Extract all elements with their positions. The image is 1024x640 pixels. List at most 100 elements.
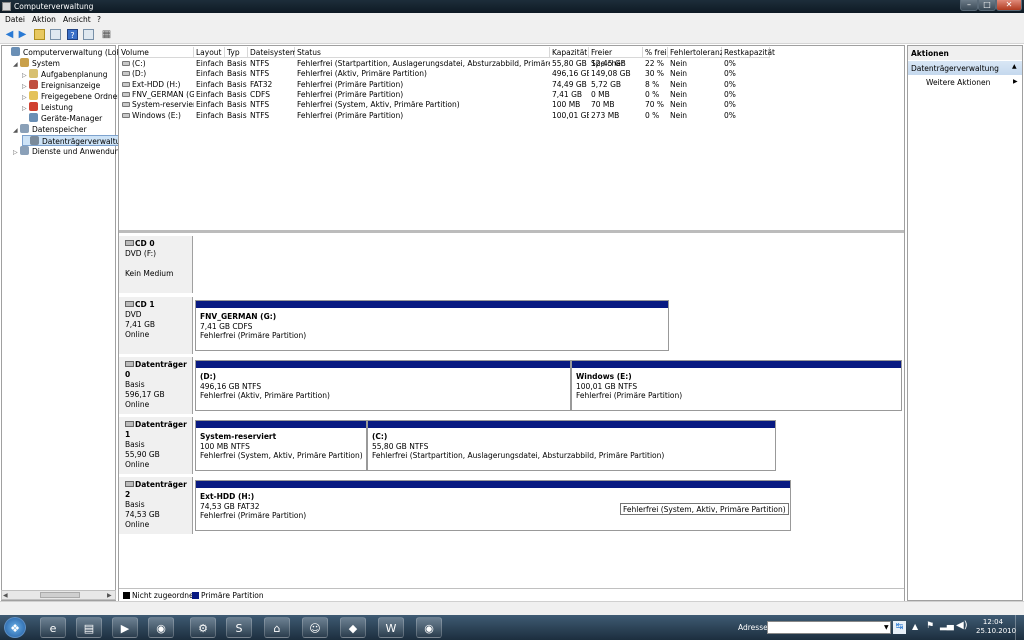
tree-item-clock[interactable]: ▷ Aufgabenplanung <box>22 69 107 80</box>
menu-help[interactable]: ? <box>97 15 101 24</box>
scroll-right-icon[interactable]: ▶ <box>107 592 112 599</box>
help-icon[interactable]: ? <box>67 29 78 40</box>
explorer-icon[interactable]: ▤ <box>76 617 102 638</box>
address-dropdown-icon[interactable]: ▼ <box>884 624 889 631</box>
tree-item-performance[interactable]: ▷ Leistung <box>22 102 73 113</box>
tree-item-device[interactable]: Geräte-Manager <box>22 113 102 124</box>
tree-item-disk[interactable]: Datenträgerverwaltung <box>22 135 133 146</box>
tree-item-event[interactable]: ▷ Ereignisanzeige <box>22 80 100 91</box>
table-row[interactable]: System-reserviert Einfach Basis NTFS Fehlerf… <box>119 100 904 110</box>
table-cell: 273 MB <box>591 110 620 120</box>
navigation-tree: Computerverwaltung (Lokal) ◢ System ▷ Aufgab… <box>1 45 134 601</box>
partition[interactable]: (D:) 496,16 GB NTFS Fehlerfrei (Aktiv, Pri… <box>195 360 571 411</box>
up-folder-icon[interactable] <box>34 29 45 40</box>
clock[interactable]: 12:04 25.10.2010 <box>976 618 1017 636</box>
tree-item-computer[interactable]: Computerverwaltung (Lokal) <box>4 47 130 58</box>
column-header[interactable]: Freier Speicher <box>589 47 643 68</box>
tree-item-folder[interactable]: ▷ Freigegebene Ordner <box>22 91 120 102</box>
partition[interactable]: (C:) 55,80 GB NTFS Fehlerfrei (Startpartit… <box>367 420 776 471</box>
partition[interactable]: System-reserviert 100 MB NTFS Fehlerfrei (… <box>195 420 367 471</box>
partition[interactable]: Windows (E:) 100,01 GB NTFS Fehlerfrei (Pr… <box>571 360 902 411</box>
word-icon[interactable]: W <box>378 617 404 638</box>
disk-size: 7,41 GB <box>125 320 156 329</box>
disk-name: Datenträger 2 <box>125 480 187 499</box>
installer-icon[interactable]: ⚙ <box>190 617 216 638</box>
tree-horizontal-scrollbar[interactable]: ◀ ▶ <box>1 590 116 600</box>
column-header[interactable]: Typ <box>225 47 248 58</box>
column-header[interactable]: Layout <box>194 47 225 58</box>
close-button[interactable]: ✕ <box>996 0 1022 11</box>
column-header[interactable]: Status <box>295 47 550 58</box>
expander-icon[interactable]: ▷ <box>13 147 20 158</box>
disk-info[interactable]: Datenträger 0 Basis 596,17 GB Online <box>119 357 193 414</box>
tree-item-storage[interactable]: ◢ Datenspeicher <box>13 124 87 135</box>
column-header[interactable]: Dateisystem <box>248 47 297 58</box>
table-cell: Fehlerfrei (Primäre Partition) <box>297 79 404 89</box>
expander-icon[interactable]: ◢ <box>13 125 20 136</box>
actions-section-header[interactable]: Datenträgerverwaltung ▲ <box>908 61 1022 75</box>
back-icon[interactable]: ◀ <box>4 29 15 40</box>
collapse-icon[interactable]: ▲ <box>1012 63 1017 70</box>
media-player-icon[interactable]: ▶ <box>112 617 138 638</box>
show-hide-tree-icon[interactable] <box>50 29 61 40</box>
menu-ansicht[interactable]: Ansicht <box>63 15 91 24</box>
table-cell: System-reserviert <box>132 100 194 110</box>
firefox-icon[interactable]: ◉ <box>148 617 174 638</box>
column-header[interactable]: % frei <box>643 47 668 58</box>
table-row[interactable]: (D:) Einfach Basis NTFS Fehlerfrei (Aktiv, P… <box>119 69 904 79</box>
table-row[interactable]: Windows (E:) Einfach Basis NTFS Fehlerfrei (… <box>119 111 904 121</box>
disk-info[interactable]: CD 1 DVD 7,41 GB Online <box>119 297 193 354</box>
column-header[interactable]: Restkapazität <box>722 47 775 58</box>
game-icon[interactable]: ◆ <box>340 617 366 638</box>
skype-icon[interactable]: S <box>226 617 252 638</box>
network-icon[interactable]: ▂▄ <box>940 621 954 631</box>
disk-info[interactable]: Datenträger 2 Basis 74,53 GB Online <box>119 477 193 534</box>
disk-info[interactable]: Datenträger 1 Basis 55,90 GB Online <box>119 417 193 474</box>
disk-info[interactable]: CD 0 DVD (F:) Kein Medium <box>119 236 193 293</box>
scroll-thumb[interactable] <box>40 592 80 598</box>
partition-title: Ext-HDD (H:) <box>200 492 255 501</box>
scroll-left-icon[interactable]: ◀ <box>3 592 8 599</box>
maximize-button[interactable]: □ <box>978 0 996 11</box>
disk-type: Basis <box>125 440 145 449</box>
view-pane-icon[interactable] <box>83 29 94 40</box>
start-orb-icon[interactable]: ❖ <box>4 617 26 638</box>
go-icon[interactable]: ↹ <box>893 621 906 634</box>
partition-size: 7,41 GB CDFS <box>200 321 253 331</box>
menu-datei[interactable]: Datei <box>5 15 25 24</box>
menu-aktion[interactable]: Aktion <box>32 15 56 24</box>
internet-explorer-icon[interactable]: e <box>40 617 66 638</box>
network-icon[interactable]: ⌂ <box>264 617 290 638</box>
table-row[interactable]: FNV_GERMAN (G:) Einfach Basis CDFS Fehlerfre… <box>119 90 904 100</box>
table-row[interactable]: (C:) Einfach Basis NTFS Fehlerfrei (Startpar… <box>119 59 904 69</box>
column-header[interactable]: Fehlertoleranz <box>668 47 724 58</box>
table-cell: Basis <box>227 69 247 79</box>
table-cell: Nein <box>670 89 688 99</box>
partition-size: 496,16 GB NTFS <box>200 381 262 391</box>
address-input[interactable]: ▼ <box>767 621 891 634</box>
messenger-icon[interactable]: ☺ <box>302 617 328 638</box>
column-header[interactable]: Kapazität <box>550 47 589 58</box>
tree-item-tools[interactable]: ◢ System <box>13 58 60 69</box>
action-center-flag-icon[interactable]: ⚑ <box>926 621 934 631</box>
firefox-icon[interactable]: ◉ <box>416 617 442 638</box>
table-cell: FAT32 <box>250 79 273 89</box>
show-desktop-button[interactable] <box>1015 615 1024 640</box>
properties-icon[interactable]: ▦ <box>101 29 112 40</box>
clock-icon <box>29 69 38 78</box>
forward-icon[interactable]: ▶ <box>17 29 28 40</box>
column-header[interactable]: Volume <box>119 47 194 58</box>
tree-item-services[interactable]: ▷ Dienste und Anwendungen <box>13 146 134 157</box>
partition[interactable]: FNV_GERMAN (G:) 7,41 GB CDFS Fehlerfrei (P… <box>195 300 669 351</box>
volume-icon[interactable]: ◀) <box>956 620 968 631</box>
toolbar: ◀ ▶ ? ▦ <box>0 25 1024 44</box>
table-row[interactable]: Ext-HDD (H:) Einfach Basis FAT32 Fehlerfrei … <box>119 80 904 90</box>
show-hidden-icons-icon[interactable]: ▲ <box>912 622 918 631</box>
more-actions-item[interactable]: Weitere Aktionen <box>926 78 990 87</box>
table-cell: 0% <box>724 69 736 79</box>
minimize-button[interactable]: – <box>960 0 978 11</box>
expander-icon[interactable]: ◢ <box>13 59 20 70</box>
table-cell: Basis <box>227 100 247 110</box>
table-cell: Fehlerfrei (Startpartition, Auslagerungs… <box>297 59 550 68</box>
clock-date: 25.10.2010 <box>976 627 1017 635</box>
